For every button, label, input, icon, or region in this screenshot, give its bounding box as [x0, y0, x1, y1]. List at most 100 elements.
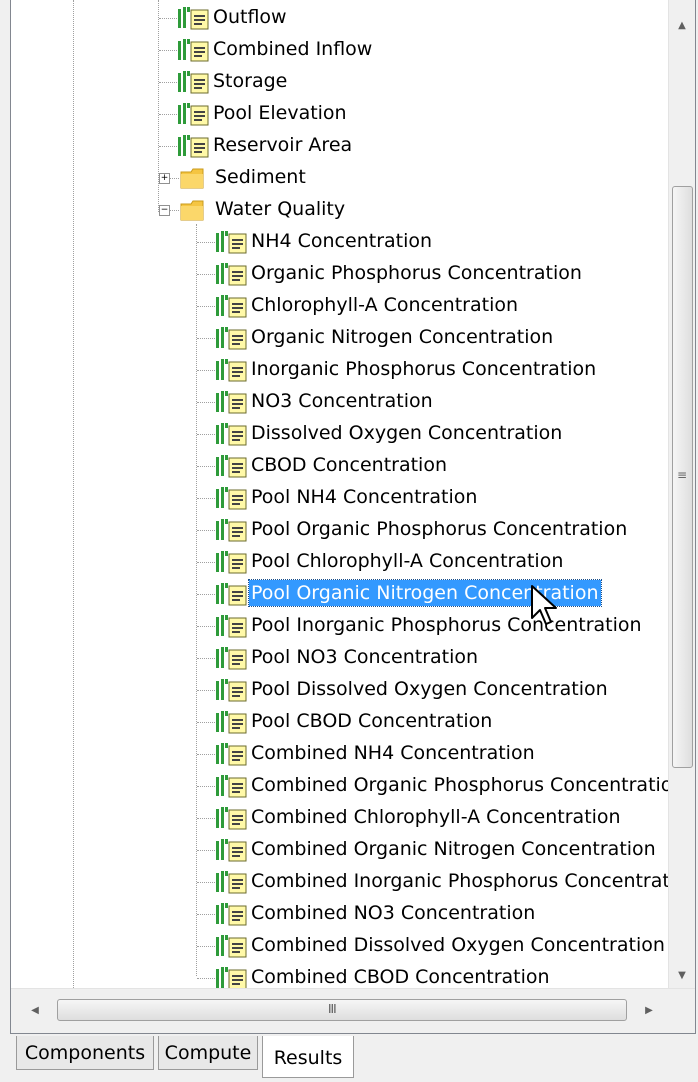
tree-connector-line: [197, 754, 215, 755]
tree-item-label[interactable]: Combined Organic Phosphorus Concentratio: [249, 772, 668, 798]
tree-connector-line: [197, 370, 215, 371]
tree-connector-line: [197, 594, 215, 595]
time-series-data-icon: [215, 902, 247, 926]
vertical-scroll-thumb[interactable]: ≡: [672, 186, 693, 768]
tree-item[interactable]: Combined Inflow: [11, 34, 668, 66]
tree-folder-sediment[interactable]: + Sediment: [11, 162, 668, 194]
time-series-data-icon: [215, 326, 247, 350]
tree-item-label[interactable]: Organic Phosphorus Concentration: [249, 260, 584, 286]
tree-item[interactable]: Combined Organic Nitrogen Concentration: [11, 834, 668, 866]
tree-item-label[interactable]: Combined Chlorophyll-A Concentration: [249, 804, 623, 830]
tree-item-label[interactable]: Pool CBOD Concentration: [249, 708, 494, 734]
tree-item[interactable]: Organic Phosphorus Concentration: [11, 258, 668, 290]
tree-connector-line: [159, 114, 177, 115]
tree-item[interactable]: Combined NH4 Concentration: [11, 738, 668, 770]
time-series-data-icon: [215, 518, 247, 542]
tree-item-label[interactable]: NO3 Concentration: [249, 388, 435, 414]
tree-item-label[interactable]: Combined NO3 Concentration: [249, 900, 537, 926]
scroll-right-arrow-icon[interactable]: ▶: [639, 1001, 659, 1021]
tree-item-label[interactable]: Combined Dissolved Oxygen Concentration: [249, 932, 667, 958]
tree-connector-line: [197, 498, 215, 499]
tree-item[interactable]: Inorganic Phosphorus Concentration: [11, 354, 668, 386]
tree-item-label[interactable]: Pool NH4 Concentration: [249, 484, 479, 510]
tree-item[interactable]: Chlorophyll-A Concentration: [11, 290, 668, 322]
tree-item-label[interactable]: Pool Dissolved Oxygen Concentration: [249, 676, 610, 702]
vertical-scrollbar[interactable]: ▲ ≡ ▼: [668, 0, 695, 989]
tree-item-label[interactable]: Pool Inorganic Phosphorus Concentration: [249, 612, 644, 638]
tree-connector-line: [159, 82, 177, 83]
tree-item-label[interactable]: Combined Inflow: [211, 36, 374, 62]
scroll-up-arrow-icon[interactable]: ▲: [669, 16, 695, 36]
tree-item[interactable]: Pool Chlorophyll-A Concentration: [11, 546, 668, 578]
tree-item[interactable]: Pool Organic Nitrogen Concentration: [11, 578, 668, 610]
tree-item[interactable]: Pool NH4 Concentration: [11, 482, 668, 514]
tree-item[interactable]: Pool Dissolved Oxygen Concentration: [11, 674, 668, 706]
tree-item-label[interactable]: Pool Elevation: [211, 100, 349, 126]
tree-item-label[interactable]: Pool Chlorophyll-A Concentration: [249, 548, 565, 574]
tree-item-label[interactable]: NH4 Concentration: [249, 228, 434, 254]
tree-item[interactable]: Pool Inorganic Phosphorus Concentration: [11, 610, 668, 642]
tree-item-label[interactable]: Combined Organic Nitrogen Concentration: [249, 836, 658, 862]
tree-item-label[interactable]: Sediment: [213, 164, 308, 190]
time-series-data-icon: [177, 134, 209, 158]
time-series-data-icon: [215, 838, 247, 862]
tree-item[interactable]: Pool NO3 Concentration: [11, 642, 668, 674]
time-series-data-icon: [215, 966, 247, 989]
tree-item[interactable]: Dissolved Oxygen Concentration: [11, 418, 668, 450]
tree-item[interactable]: NO3 Concentration: [11, 386, 668, 418]
tree-item-label[interactable]: CBOD Concentration: [249, 452, 449, 478]
time-series-data-icon: [215, 678, 247, 702]
tree-item[interactable]: Combined Inorganic Phosphorus Concentrat: [11, 866, 668, 898]
tree-item[interactable]: Reservoir Area: [11, 130, 668, 162]
scroll-down-arrow-icon[interactable]: ▼: [669, 966, 695, 986]
tree-item[interactable]: Combined Chlorophyll-A Concentration: [11, 802, 668, 834]
tree-item-label[interactable]: Dissolved Oxygen Concentration: [249, 420, 564, 446]
horizontal-scroll-thumb[interactable]: III: [57, 999, 627, 1021]
tree-item-label[interactable]: Combined CBOD Concentration: [249, 964, 552, 989]
tree-connector-line: [197, 626, 215, 627]
tab-compute[interactable]: Compute: [158, 1036, 258, 1070]
tree-item[interactable]: Combined Organic Phosphorus Concentratio: [11, 770, 668, 802]
tree-item[interactable]: Pool Organic Phosphorus Concentration: [11, 514, 668, 546]
tree-item-label[interactable]: Chlorophyll-A Concentration: [249, 292, 520, 318]
tree-item-label[interactable]: Inorganic Phosphorus Concentration: [249, 356, 598, 382]
tree-item[interactable]: Pool Elevation: [11, 98, 668, 130]
results-tree-panel[interactable]: Outflow Combined Inflow Storage Pool Ele…: [10, 0, 696, 1034]
tree-item[interactable]: Outflow: [11, 2, 668, 34]
time-series-data-icon: [215, 230, 247, 254]
tree-item-label[interactable]: Combined Inorganic Phosphorus Concentrat: [249, 868, 668, 894]
horizontal-scrollbar[interactable]: ◀ III ▶: [11, 988, 695, 1033]
tree-item[interactable]: Combined CBOD Concentration: [11, 962, 668, 989]
time-series-data-icon: [215, 806, 247, 830]
tree-item-label[interactable]: Organic Nitrogen Concentration: [249, 324, 555, 350]
collapse-toggle-icon[interactable]: −: [159, 205, 170, 216]
tree-item[interactable]: CBOD Concentration: [11, 450, 668, 482]
time-series-data-icon: [215, 614, 247, 638]
time-series-data-icon: [215, 710, 247, 734]
scroll-left-arrow-icon[interactable]: ◀: [25, 1001, 45, 1021]
expand-toggle-icon[interactable]: +: [159, 173, 170, 184]
tree-item-label[interactable]: Combined NH4 Concentration: [249, 740, 537, 766]
tree-item[interactable]: Storage: [11, 66, 668, 98]
tree-item-label[interactable]: Water Quality: [213, 196, 347, 222]
time-series-data-icon: [177, 70, 209, 94]
tree-connector-line: [159, 50, 177, 51]
tree-item[interactable]: NH4 Concentration: [11, 226, 668, 258]
tree-item-label[interactable]: Outflow: [211, 4, 289, 30]
time-series-data-icon: [215, 262, 247, 286]
tree-view[interactable]: Outflow Combined Inflow Storage Pool Ele…: [11, 0, 668, 989]
tree-item[interactable]: Organic Nitrogen Concentration: [11, 322, 668, 354]
tab-results[interactable]: Results: [262, 1036, 354, 1078]
tree-item[interactable]: Pool CBOD Concentration: [11, 706, 668, 738]
tree-item-label[interactable]: Storage: [211, 68, 289, 94]
tree-folder-water-quality[interactable]: − Water Quality: [11, 194, 668, 226]
time-series-data-icon: [215, 582, 247, 606]
time-series-data-icon: [215, 774, 247, 798]
tab-components[interactable]: Components: [16, 1036, 154, 1070]
tree-item-label[interactable]: Reservoir Area: [211, 132, 354, 158]
tree-item-label[interactable]: Pool Organic Phosphorus Concentration: [249, 516, 629, 542]
tree-item-label[interactable]: Pool NO3 Concentration: [249, 644, 480, 670]
tree-connector-line: [197, 914, 215, 915]
tree-item[interactable]: Combined Dissolved Oxygen Concentration: [11, 930, 668, 962]
tree-item[interactable]: Combined NO3 Concentration: [11, 898, 668, 930]
